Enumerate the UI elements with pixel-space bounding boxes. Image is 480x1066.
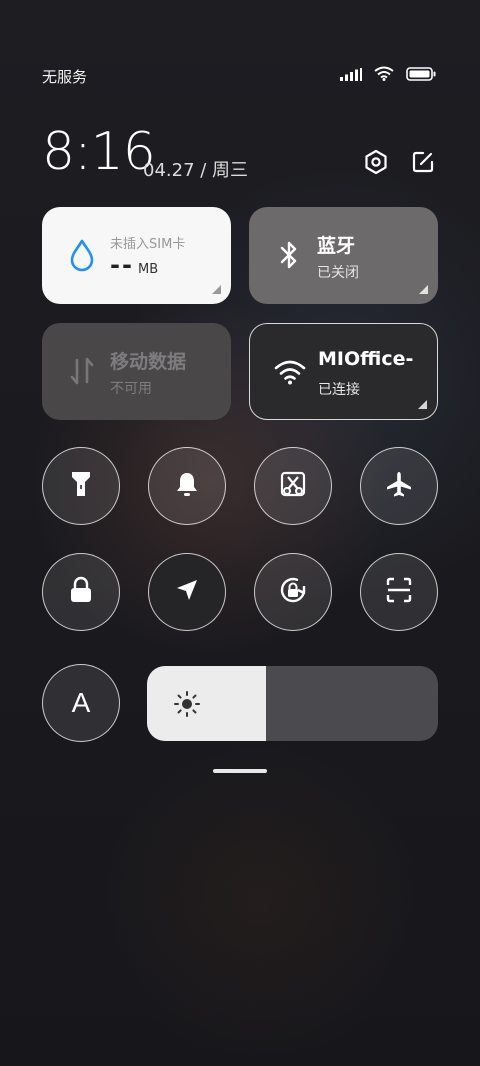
mute-toggle[interactable] <box>148 447 226 525</box>
wifi-icon <box>272 354 308 390</box>
settings-button[interactable] <box>362 149 390 179</box>
wifi-status: 已连接 <box>318 382 360 398</box>
rotation-lock-icon <box>277 574 309 610</box>
expand-corner-icon <box>212 285 221 294</box>
expand-corner-icon <box>419 285 428 294</box>
mobile-data-status: 不可用 <box>110 381 152 397</box>
rotation-lock-toggle[interactable] <box>254 553 332 631</box>
data-usage-unit: MB <box>138 262 159 277</box>
data-usage-tile[interactable]: 未插入SIM卡 -- MB <box>42 207 231 304</box>
water-drop-icon <box>64 237 100 273</box>
settings-icon <box>363 149 389 179</box>
wifi-tile[interactable]: MIOffice- 已连接 <box>249 323 438 420</box>
bluetooth-icon <box>271 237 307 273</box>
brightness-fill <box>147 666 267 741</box>
wifi-icon <box>374 66 394 85</box>
airplane-icon <box>385 470 413 502</box>
flashlight-toggle[interactable] <box>42 447 120 525</box>
bluetooth-title: 蓝牙 <box>317 235 356 257</box>
lock-icon <box>68 576 94 608</box>
edit-icon <box>411 150 435 178</box>
airplane-toggle[interactable] <box>360 447 438 525</box>
sim-status: 未插入SIM卡 <box>110 237 186 252</box>
auto-brightness-icon: A <box>71 687 91 718</box>
bluetooth-tile[interactable]: 蓝牙 已关闭 <box>249 207 438 304</box>
data-arrows-icon <box>64 353 100 389</box>
screenshot-toggle[interactable] <box>254 447 332 525</box>
wifi-network-name: MIOffice- <box>318 348 414 370</box>
auto-brightness-toggle[interactable]: A <box>42 664 120 742</box>
data-usage-value: -- <box>110 251 134 279</box>
home-indicator[interactable] <box>213 769 267 773</box>
bell-icon <box>174 470 200 502</box>
scanner-toggle[interactable] <box>360 553 438 631</box>
location-arrow-icon <box>174 577 200 607</box>
location-toggle[interactable] <box>148 553 226 631</box>
bluetooth-status: 已关闭 <box>317 265 359 281</box>
expand-corner-icon <box>418 400 427 409</box>
brightness-slider[interactable] <box>147 666 438 741</box>
mobile-data-title: 移动数据 <box>110 351 187 373</box>
lock-screen-toggle[interactable] <box>42 553 120 631</box>
mobile-data-tile[interactable]: 移动数据 不可用 <box>42 323 231 420</box>
date-text: 04.27 / 周三 <box>143 160 249 181</box>
carrier-status: 无服务 <box>42 68 88 86</box>
signal-icon <box>340 66 362 85</box>
status-icons <box>340 66 436 85</box>
flashlight-icon <box>69 469 93 503</box>
scissors-icon <box>279 470 307 502</box>
clock-time: 8:16 <box>42 122 156 182</box>
edit-button[interactable] <box>409 150 437 178</box>
battery-icon <box>406 66 436 85</box>
scan-icon <box>385 576 413 608</box>
sun-icon <box>173 690 201 722</box>
